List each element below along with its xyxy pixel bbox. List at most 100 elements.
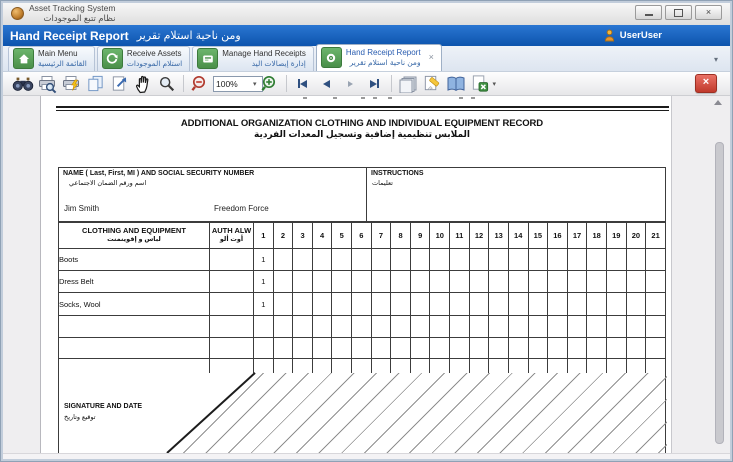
window-title-arabic: نظام تتبع الموجودات: [29, 13, 115, 23]
previous-page-icon[interactable]: [316, 73, 338, 94]
signature-label: SIGNATURE AND DATE: [64, 403, 142, 410]
book-view-icon[interactable]: [445, 73, 467, 94]
quantity-cell: [293, 271, 313, 293]
quantity-cell: [352, 293, 372, 316]
find-binoculars-icon[interactable]: [12, 73, 34, 94]
clipped-text-fragment: [471, 97, 475, 99]
name-value: Jim Smith: [64, 204, 99, 213]
table-row: Boots1: [59, 249, 666, 271]
first-page-icon[interactable]: [292, 73, 314, 94]
receive-icon: [102, 48, 123, 69]
equipment-table: CLOTHING AND EQUIPMENTلباس و إقوينمنتAUT…: [58, 222, 666, 374]
quantity-cell: [646, 316, 666, 338]
auth-cell: [210, 338, 254, 359]
tab-close-icon[interactable]: ×: [429, 53, 434, 62]
quantity-cell: [391, 271, 411, 293]
number-column-header: 10: [430, 223, 450, 249]
multi-page-view-icon[interactable]: [397, 73, 419, 94]
quantity-cell: [548, 338, 568, 359]
tab-hand-receipt-report[interactable]: Hand Receipt Report ومن ناحية استلام تقر…: [316, 44, 442, 71]
quantity-cell: [391, 293, 411, 316]
user-menu[interactable]: UserUser: [604, 29, 662, 42]
quantity-cell: [528, 338, 548, 359]
export-excel-icon[interactable]: [469, 73, 491, 94]
document-title: ADDITIONAL ORGANIZATION CLOTHING AND IND…: [58, 118, 666, 129]
maximize-button[interactable]: [665, 5, 692, 20]
quantity-cell: [548, 359, 568, 374]
quantity-cell: [626, 338, 646, 359]
export-caret-icon[interactable]: ▾: [493, 80, 497, 88]
export-page-icon[interactable]: [108, 73, 130, 94]
tab-receive-assets[interactable]: Receive Assets استلام الموجودات: [97, 46, 190, 71]
quantity-cell: [626, 271, 646, 293]
quantity-cell: [528, 271, 548, 293]
divider: [56, 106, 669, 108]
item-cell: [59, 316, 210, 338]
toolbar-separator: [391, 75, 392, 92]
quantity-cell: [450, 359, 470, 374]
quantity-cell: [352, 316, 372, 338]
quantity-cell: [587, 249, 607, 271]
quantity-cell: [332, 338, 352, 359]
zoom-in-icon[interactable]: [259, 73, 281, 94]
quantity-cell: [391, 316, 411, 338]
quantity-cell: [606, 316, 626, 338]
next-page-icon[interactable]: [340, 73, 362, 94]
toolbar-separator: [183, 75, 184, 92]
quantity-cell: [606, 338, 626, 359]
scroll-up-icon[interactable]: [714, 100, 722, 105]
quantity-cell: [626, 249, 646, 271]
quantity-cell: [352, 338, 372, 359]
quantity-cell: [352, 249, 372, 271]
table-row: Dress Belt1: [59, 271, 666, 293]
auth-cell: [210, 271, 254, 293]
quick-print-icon[interactable]: [60, 73, 82, 94]
quantity-cell: [646, 271, 666, 293]
zoom-out-icon[interactable]: [189, 73, 211, 94]
number-column-header: 19: [606, 223, 626, 249]
name-label: NAME ( Last, First, MI ) AND SOCIAL SECU…: [63, 170, 254, 177]
horizontal-scrollbar[interactable]: [3, 453, 730, 460]
minimize-button[interactable]: [635, 5, 662, 20]
clipped-text-fragment: [361, 97, 365, 99]
zoom-caret-icon[interactable]: ▾: [253, 80, 257, 88]
number-column-header: 18: [587, 223, 607, 249]
instructions-label-arabic: تعليمات: [372, 179, 393, 187]
pan-hand-icon[interactable]: [132, 73, 154, 94]
report-toolbar: ▾ ▾ ×: [3, 72, 730, 96]
scrollbar-thumb[interactable]: [715, 142, 724, 444]
window-titlebar: Asset Tracking System نظام تتبع الموجودا…: [3, 2, 730, 25]
tab-manage-hand-receipts[interactable]: Manage Hand Receipts إدارة إيصالات اليد: [192, 46, 314, 71]
close-window-button[interactable]: ×: [695, 5, 722, 20]
user-name: UserUser: [620, 30, 662, 41]
quantity-cell: [567, 359, 587, 374]
instructions-label: INSTRUCTIONS: [371, 170, 424, 177]
quantity-cell: [273, 359, 293, 374]
quantity-cell: [332, 249, 352, 271]
quantity-cell: [371, 293, 391, 316]
number-column-header: 13: [489, 223, 509, 249]
quantity-cell: [548, 316, 568, 338]
quantity-cell: 1: [254, 293, 274, 316]
print-preview-icon[interactable]: [36, 73, 58, 94]
quantity-cell: [410, 293, 430, 316]
auth-cell: [210, 316, 254, 338]
quantity-cell: [293, 249, 313, 271]
unit-value: Freedom Force: [214, 204, 269, 213]
auth-header-cell: AUTH ALWأوت ألو: [210, 223, 254, 249]
number-column-header: 12: [469, 223, 489, 249]
close-report-button[interactable]: ×: [695, 74, 717, 93]
quantity-cell: [489, 338, 509, 359]
zoom-select-icon[interactable]: [156, 73, 178, 94]
copy-pages-icon[interactable]: [84, 73, 106, 94]
quantity-cell: [410, 338, 430, 359]
watermark-icon[interactable]: [421, 73, 443, 94]
quantity-cell: [469, 316, 489, 338]
clipped-text-fragment: [459, 97, 463, 99]
tab-overflow-icon[interactable]: ▾: [714, 55, 718, 64]
tab-main-menu[interactable]: Main Menu القائمة الرئيسية: [8, 46, 95, 71]
signature-section: SIGNATURE AND DATE توقيع وتاريخ: [58, 373, 666, 453]
last-page-icon[interactable]: [364, 73, 386, 94]
report-icon: [321, 47, 342, 68]
page-title: Hand Receipt Report: [10, 29, 129, 43]
